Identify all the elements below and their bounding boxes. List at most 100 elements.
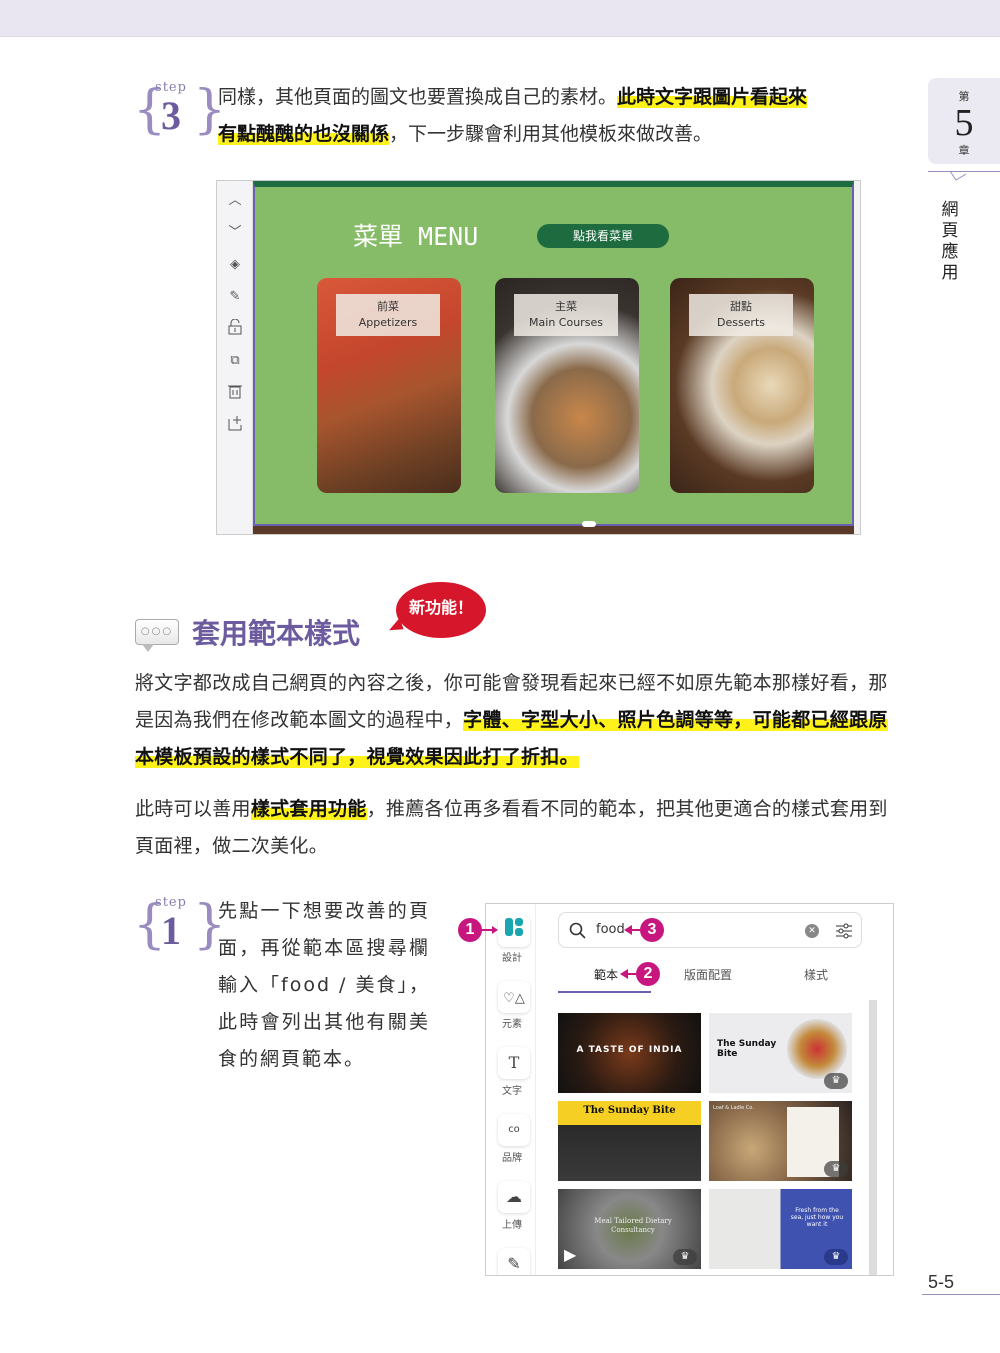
- search-icon: [569, 922, 586, 939]
- elements-button[interactable]: ♡△: [498, 981, 530, 1013]
- template-thumb[interactable]: The Sunday Bite ♛: [709, 1013, 852, 1093]
- search-input[interactable]: food: [596, 922, 625, 937]
- add-page-icon[interactable]: [225, 415, 245, 435]
- draw-button[interactable]: ✎: [498, 1248, 530, 1275]
- paragraph-2: 此時可以善用樣式套用功能，推薦各位再多看看不同的範本，把其他更適合的樣式套用到頁…: [135, 791, 897, 865]
- design-icon: [505, 918, 523, 936]
- upload-icon: ☁: [506, 1187, 522, 1206]
- step-3-highlight: 有點醜醜的也沒關係: [218, 123, 390, 145]
- premium-crown-icon: ♛: [824, 1161, 848, 1177]
- sidebar-label-elements: 元素: [502, 1019, 522, 1030]
- template-thumb[interactable]: Fresh from the sea, just how you want it…: [709, 1189, 852, 1269]
- card-label-en: Desserts: [716, 316, 766, 329]
- sidebar-label-brand: 品牌: [502, 1153, 522, 1164]
- template-panel-screenshot: 設計 ♡△ 元素 T 文字 co 品牌 ☁ 上傳 ✎ food ✕ 範本 版面配…: [485, 903, 894, 1276]
- page-number: 5-5: [928, 1272, 955, 1292]
- filter-icon[interactable]: [835, 922, 853, 940]
- chapter-title-char: 網: [941, 200, 959, 220]
- template-thumb[interactable]: A TASTE OF INDIA: [558, 1013, 701, 1093]
- design-button[interactable]: [498, 915, 530, 947]
- premium-crown-icon: ♛: [824, 1249, 848, 1265]
- section-title: 套用範本樣式: [192, 617, 361, 650]
- panel-scrollbar[interactable]: [869, 1000, 877, 1275]
- callout-3-arrow: [624, 925, 642, 935]
- step-number: 1: [161, 908, 181, 953]
- next-page-preview: [253, 526, 854, 534]
- edit-notes-icon[interactable]: ✎: [225, 287, 245, 307]
- tab-styles[interactable]: 樣式: [804, 966, 828, 983]
- chevron-up-icon[interactable]: ︿: [225, 191, 245, 211]
- template-thumb[interactable]: Loaf & Ladle Co. ♛: [709, 1101, 852, 1181]
- template-thumb[interactable]: Meal Tailored Dietary Consultancy ▶ ♛: [558, 1189, 701, 1269]
- card-label: 前菜 Appetizers: [336, 294, 440, 336]
- chat-bubble-icon: ○○○: [135, 619, 179, 652]
- callout-2-arrow: [620, 969, 638, 979]
- chapter-title-char: 應: [941, 242, 959, 262]
- active-tab-indicator: [558, 991, 651, 993]
- template-thumb[interactable]: The Sunday Bite: [558, 1101, 701, 1181]
- new-feature-badge: 新功能！: [396, 582, 486, 638]
- view-menu-button[interactable]: 點我看菜單: [537, 224, 669, 248]
- premium-crown-icon: ♛: [673, 1249, 697, 1265]
- step-3-text-plain: 同樣，其他頁面的圖文也要置換成自己的素材。: [218, 86, 618, 108]
- step-3-text-plain: ，下一步驟會利用其他模板來做改善。: [389, 123, 713, 145]
- sidebar-label-design: 設計: [502, 953, 522, 964]
- menu-title[interactable]: 菜單 MENU: [353, 217, 478, 253]
- callout-1-arrow: [480, 926, 498, 934]
- chapter-tab: 第 5 章: [928, 78, 1000, 164]
- tab-templates[interactable]: 範本: [594, 966, 618, 983]
- trash-icon[interactable]: [225, 383, 245, 403]
- menu-card-desserts[interactable]: 甜點 Desserts: [670, 278, 814, 493]
- page-canvas[interactable]: 菜單 MENU 點我看菜單 前菜 Appetizers 主菜 Main Course…: [253, 181, 854, 526]
- callout-1: 1: [458, 918, 482, 942]
- template-image: [787, 1019, 847, 1079]
- chapter-number: 5: [954, 102, 974, 144]
- text-button[interactable]: T: [498, 1047, 530, 1079]
- card-label-zh: 甜點: [730, 300, 752, 313]
- step-3-text: 同樣，其他頁面的圖文也要置換成自己的素材。此時文字跟圖片看起來有點醜醜的也沒關係…: [218, 79, 898, 153]
- panel-tabs: 範本 版面配置 樣式: [558, 962, 862, 994]
- chapter-pointer-icon: [950, 171, 966, 181]
- paragraph-1: 將文字都改成自己網頁的內容之後，你可能會發現看起來已經不如原先範本那樣好看，那是…: [135, 665, 897, 776]
- callout-3: 3: [640, 918, 664, 942]
- duplicate-icon[interactable]: ⧉: [225, 351, 245, 371]
- paragraph-highlight: 樣式套用功能: [250, 798, 367, 820]
- page-toolbar: ︿ ﹀ ◈ ✎ ⧉: [217, 181, 253, 534]
- elements-icon: ♡△: [503, 991, 525, 1006]
- hide-icon[interactable]: ◈: [225, 255, 245, 275]
- sidebar-label-text: 文字: [502, 1086, 522, 1097]
- panel-sidebar: 設計 ♡△ 元素 T 文字 co 品牌 ☁ 上傳 ✎: [486, 904, 536, 1275]
- chapter-title: 網 頁 應 用: [938, 200, 962, 284]
- paragraph-text: 此時可以善用: [135, 798, 251, 820]
- chapter-title-char: 用: [941, 263, 959, 283]
- unlock-icon[interactable]: [225, 318, 245, 339]
- template-search-box[interactable]: food ✕: [558, 912, 862, 948]
- step-number: 3: [161, 93, 181, 138]
- text-icon: T: [508, 1053, 520, 1072]
- card-label-en: Appetizers: [358, 316, 418, 329]
- card-label: 主菜 Main Courses: [514, 294, 618, 336]
- template-title: The Sunday Bite: [717, 1039, 777, 1059]
- clear-search-icon[interactable]: ✕: [805, 924, 819, 938]
- card-label-en: Main Courses: [529, 316, 603, 329]
- sidebar-label-upload: 上傳: [502, 1220, 522, 1231]
- pen-icon: ✎: [507, 1254, 521, 1273]
- template-title: A TASTE OF INDIA: [576, 1045, 683, 1055]
- menu-card-main-courses[interactable]: 主菜 Main Courses: [495, 278, 639, 493]
- play-icon: ▶: [564, 1245, 577, 1264]
- menu-card-appetizers[interactable]: 前菜 Appetizers: [317, 278, 461, 493]
- premium-crown-icon: ♛: [824, 1073, 848, 1089]
- upload-button[interactable]: ☁: [498, 1181, 530, 1213]
- resize-handle[interactable]: [582, 521, 596, 527]
- step-1-text: 先點一下想要改善的頁面，再從範本區搜尋欄輸入「food / 美食」，此時會列出其…: [218, 900, 430, 1070]
- tab-layouts[interactable]: 版面配置: [684, 966, 732, 983]
- step-3-highlight: 此時文字跟圖片看起來: [617, 86, 808, 108]
- chapter-title-char: 頁: [941, 221, 959, 241]
- card-label-zh: 前菜: [377, 300, 399, 313]
- brand-button[interactable]: co: [498, 1114, 530, 1146]
- template-title: Fresh from the sea, just how you want it: [790, 1207, 844, 1228]
- page-number-rule: [922, 1294, 1000, 1295]
- chevron-down-icon[interactable]: ﹀: [225, 223, 245, 243]
- template-title: Loaf & Ladle Co.: [713, 1105, 754, 1111]
- chapter-suffix: 章: [958, 144, 970, 157]
